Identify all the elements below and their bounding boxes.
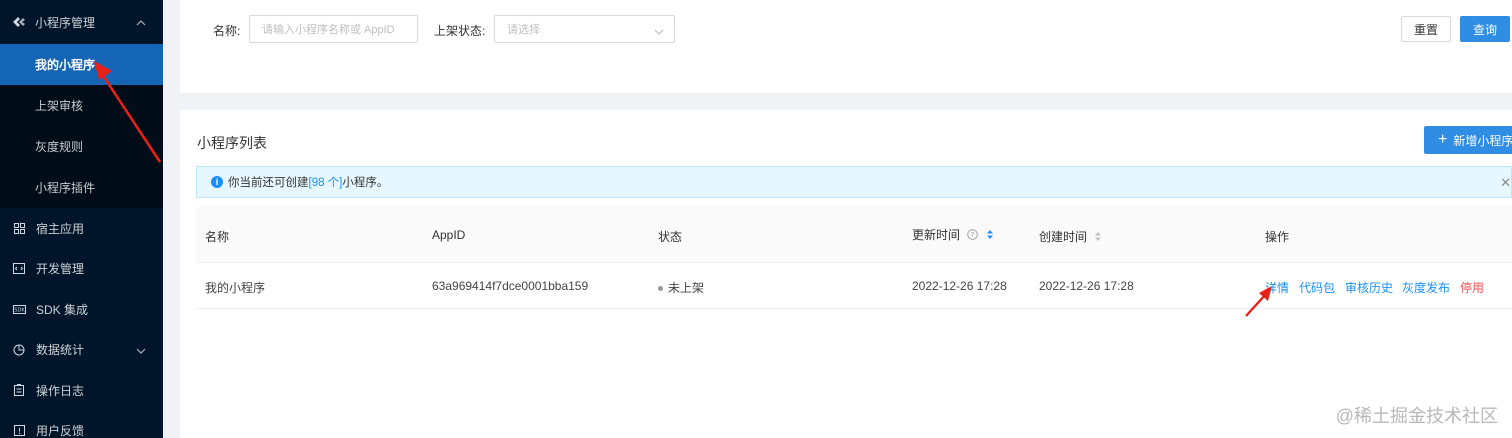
svg-text:SDK: SDK [14,307,25,313]
reset-button[interactable]: 重置 [1401,16,1451,42]
cell-appid: 63a969414f7dce0001bba159 [432,279,589,293]
chevron-up-icon [136,15,146,29]
sort-icon[interactable] [1094,231,1102,245]
sidebar-item-dev-management[interactable]: 开发管理 [0,249,163,290]
status-dot [658,286,663,292]
sdk-icon: SDK [12,302,26,316]
cell-created: 2022-12-26 17:28 [1039,279,1134,293]
status-select[interactable]: 请选择 [494,15,675,43]
sidebar-item-label: 操作日志 [36,383,85,398]
sidebar-item-host-apps[interactable]: 宿主应用 [0,208,163,249]
cell-name: 我的小程序 [205,281,266,295]
alert-prefix: 你当前还可创建 [228,177,309,189]
table-header: 名称 AppID 状态 更新时间 ? 创建时间 操作 [196,207,1512,263]
sidebar-item-user-feedback[interactable]: 用户反馈 [0,411,163,438]
sidebar-item-my-mini-program[interactable]: 我的小程序 [0,44,163,85]
name-filter-label: 名称: [213,24,241,38]
column-header-created[interactable]: 创建时间 [1039,228,1102,245]
pie-chart-icon [12,343,26,357]
cell-status: 未上架 [658,279,704,296]
sidebar-item-label: 用户反馈 [36,424,85,438]
sort-icon[interactable] [986,229,994,243]
sidebar-item-label: 小程序插件 [35,181,96,195]
status-filter-label: 上架状态: [434,24,486,38]
svg-text:?: ? [971,231,975,239]
sidebar-item-data-stats[interactable]: 数据统计 [0,330,163,371]
detail-link[interactable]: 详情 [1265,279,1289,296]
alert-quota-count: [98 个] [308,177,343,189]
status-select-placeholder: 请选择 [507,24,540,36]
feedback-icon [12,424,26,438]
sidebar-item-sdk[interactable]: SDK SDK 集成 [0,289,163,330]
watermark: @稀土掘金技术社区 [1335,406,1498,426]
mini-program-list-panel: 小程序列表 + 新增小程序 i 你当前还可创建 [98 个] 小程序。 ✕ 名称 A… [180,110,1512,438]
column-header-appid: AppID [432,228,466,242]
sidebar-item-label: 宿主应用 [36,221,85,236]
close-icon[interactable]: ✕ [1500,175,1511,191]
sidebar-item-gray-rules[interactable]: 灰度规则 [0,126,163,167]
menu-group-label: 小程序管理 [35,15,96,30]
add-mini-program-button[interactable]: + 新增小程序 [1424,126,1512,154]
gray-release-link[interactable]: 灰度发布 [1402,279,1450,296]
add-button-label: 新增小程序 [1453,133,1512,148]
search-panel: 名称: 请输入小程序名称或 AppID 上架状态: 请选择 重置 查询 [180,0,1512,93]
column-header-status: 状态 [658,230,683,244]
chevron-down-icon [136,343,146,357]
mini-program-icon [12,15,26,29]
sidebar-item-label: 灰度规则 [35,140,84,154]
sidebar-item-plugins[interactable]: 小程序插件 [0,167,163,208]
table-row: 我的小程序 63a969414f7dce0001bba159 未上架 2022-… [196,263,1512,309]
column-header-updated-label: 更新时间 [912,228,961,242]
list-title: 小程序列表 [197,135,267,151]
submenu: 我的小程序 上架审核 灰度规则 小程序插件 [0,44,163,208]
query-button[interactable]: 查询 [1460,16,1510,42]
column-header-actions: 操作 [1265,230,1290,244]
cell-updated: 2022-12-26 17:28 [912,279,1007,293]
grid-icon [12,221,26,235]
sidebar-item-listing-review[interactable]: 上架审核 [0,85,163,126]
status-text: 未上架 [668,281,705,295]
name-search-input[interactable]: 请输入小程序名称或 AppID [249,15,418,43]
column-header-name: 名称 [205,230,230,244]
review-history-link[interactable]: 审核历史 [1345,279,1393,296]
column-header-created-label: 创建时间 [1039,230,1088,244]
sidebar-item-label: SDK 集成 [36,302,89,317]
sidebar-item-label: 开发管理 [36,262,85,277]
sidebar: 小程序管理 我的小程序 上架审核 灰度规则 小程序插件 宿主应用 开发管理 SD… [0,0,163,438]
code-package-link[interactable]: 代码包 [1299,279,1335,296]
menu-group-mini-program[interactable]: 小程序管理 [0,0,163,44]
chevron-down-icon [654,26,664,38]
info-icon: i [211,176,223,188]
sidebar-item-label: 数据统计 [36,343,85,358]
sidebar-item-label: 我的小程序 [35,58,96,72]
column-header-updated[interactable]: 更新时间 ? [912,226,994,243]
disable-link[interactable]: 停用 [1460,279,1484,296]
sidebar-item-label: 上架审核 [35,99,84,113]
log-icon [12,383,26,397]
plus-icon: + [1438,131,1448,148]
sidebar-item-operation-log[interactable]: 操作日志 [0,370,163,411]
code-icon [12,262,26,276]
alert-suffix: 小程序。 [342,177,389,189]
quota-alert: i 你当前还可创建 [98 个] 小程序。 ✕ [196,166,1512,198]
name-search-placeholder: 请输入小程序名称或 AppID [262,24,395,36]
help-icon: ? [967,229,979,243]
